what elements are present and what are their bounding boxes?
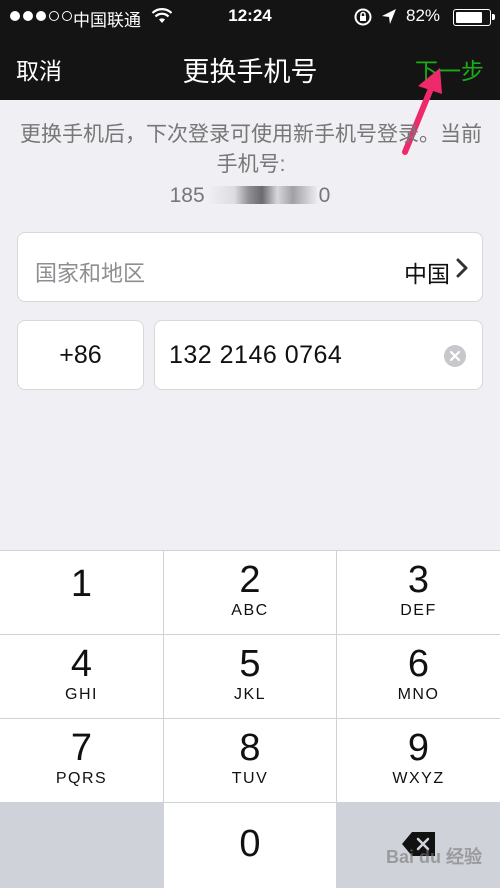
- key-3[interactable]: 3 DEF: [337, 551, 500, 634]
- description-text: 更换手机后，下次登录可使用新手机号登录。当前手机号:: [20, 123, 482, 176]
- key-9[interactable]: 9 WXYZ: [337, 719, 500, 802]
- region-selector[interactable]: 国家和地区 中国: [17, 232, 483, 302]
- masked-digits: [206, 186, 317, 204]
- phone-number-value: 132 2146 0764: [169, 341, 343, 369]
- country-code-field[interactable]: +86: [17, 320, 144, 390]
- rotation-lock-icon: [353, 7, 373, 32]
- phone-number-field[interactable]: 132 2146 0764: [154, 320, 483, 390]
- current-phone-number: 185 0: [0, 184, 500, 208]
- current-phone-prefix: 185: [169, 184, 205, 207]
- key-5[interactable]: 5 JKL: [164, 635, 336, 718]
- chevron-right-icon: [456, 258, 468, 283]
- region-label: 国家和地区: [35, 261, 146, 286]
- key-blank: [0, 803, 163, 888]
- location-arrow-icon: [380, 7, 398, 32]
- region-value: 中国: [404, 261, 450, 287]
- key-2[interactable]: 2 ABC: [164, 551, 336, 634]
- clear-icon[interactable]: [444, 345, 466, 367]
- battery-icon: [453, 9, 495, 26]
- current-phone-suffix: 0: [318, 184, 331, 207]
- key-7[interactable]: 7 PQRS: [0, 719, 163, 802]
- battery-percentage: 82%: [406, 6, 441, 25]
- baidu-watermark: Bai du 经验: [386, 847, 483, 867]
- numeric-keypad: 1 2 ABC 3 DEF 4 GHI 5 JKL 6 MNO 7 PQRS 8 TUV 9W…: [0, 550, 500, 888]
- key-6[interactable]: 6 MNO: [337, 635, 500, 718]
- status-bar: 中国联通 12:24 82%: [0, 0, 500, 34]
- key-8[interactable]: 8 TUV: [164, 719, 336, 802]
- key-4[interactable]: 4 GHI: [0, 635, 163, 718]
- key-0[interactable]: 0: [164, 803, 336, 888]
- key-1[interactable]: 1: [0, 551, 163, 634]
